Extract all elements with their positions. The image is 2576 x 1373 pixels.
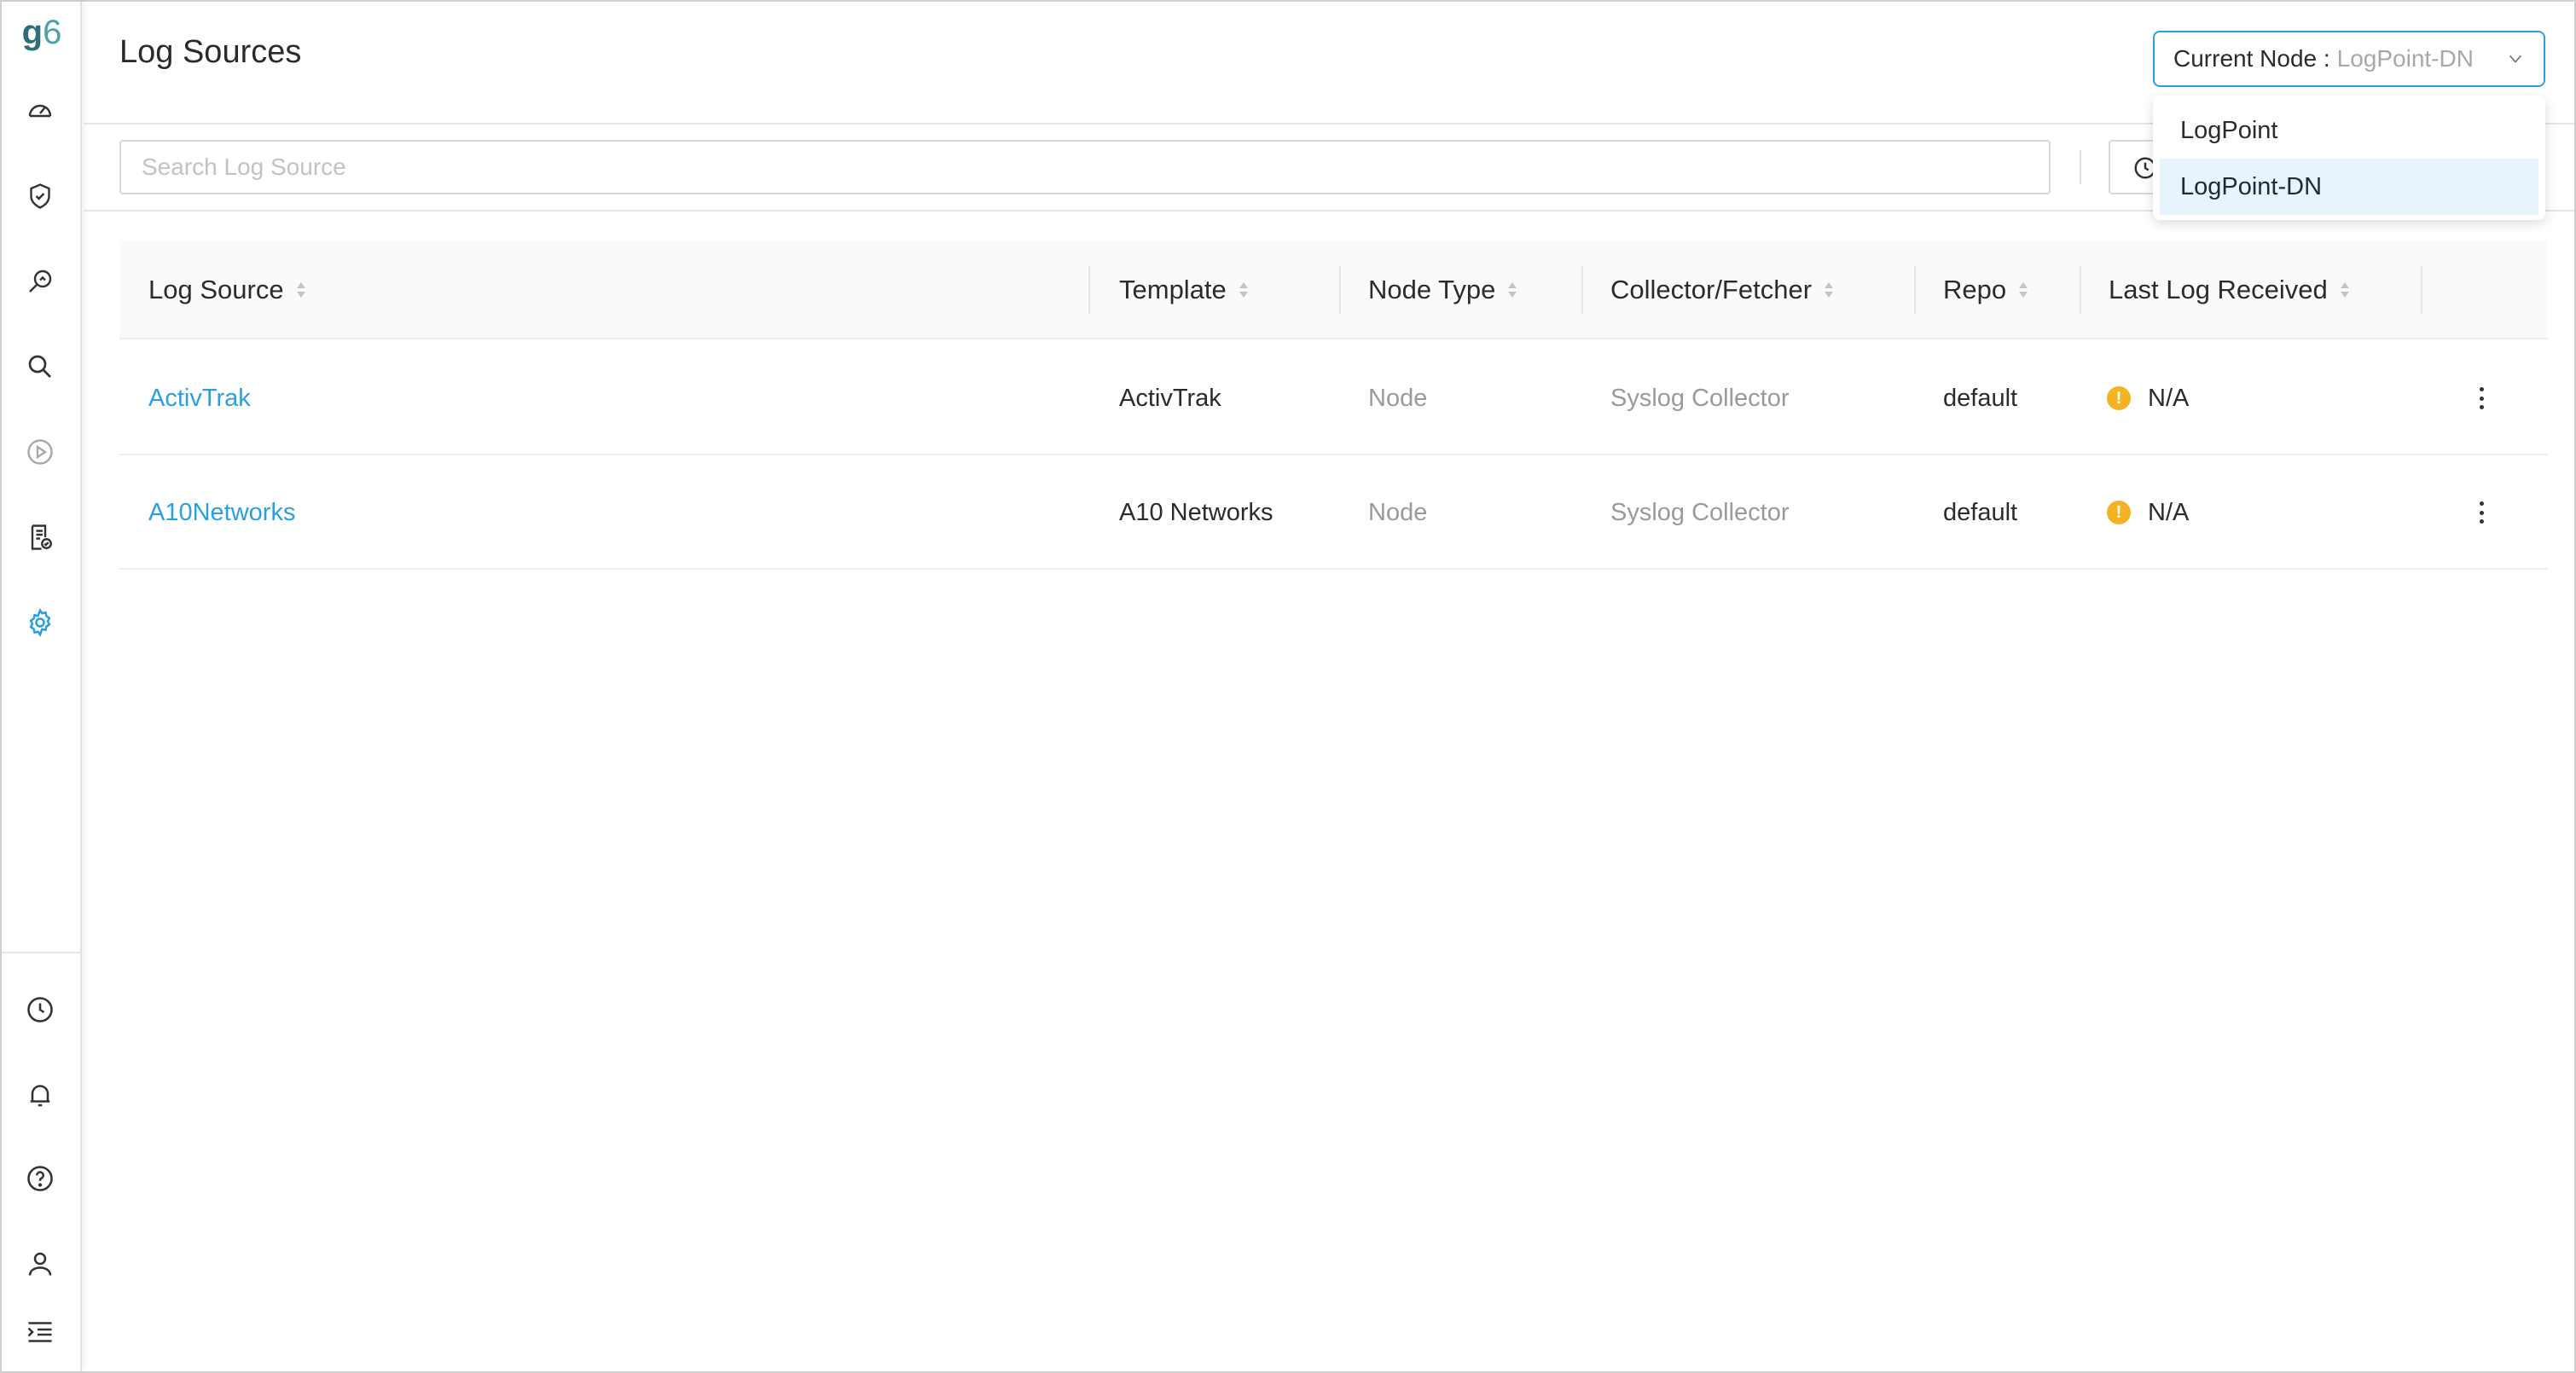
search-icon[interactable]	[21, 348, 59, 385]
column-header-repo[interactable]: Repo	[1943, 240, 2030, 339]
warning-icon: !	[2107, 386, 2131, 410]
column-header-collector-fetcher[interactable]: Collector/Fetcher	[1610, 240, 1836, 339]
app-logo[interactable]: g6	[2, 14, 82, 56]
clock-icon[interactable]	[21, 991, 59, 1028]
report-icon[interactable]	[21, 518, 59, 556]
bell-icon[interactable]	[21, 1076, 59, 1114]
collector-cell: Syslog Collector	[1610, 384, 1790, 412]
column-separator	[2080, 266, 2081, 314]
current-node-select[interactable]: Current Node : LogPoint-DN	[2153, 31, 2545, 87]
collapse-menu-icon[interactable]	[21, 1313, 59, 1351]
user-icon[interactable]	[21, 1245, 59, 1283]
shield-check-icon[interactable]	[21, 177, 59, 215]
warning-icon: !	[2107, 501, 2131, 524]
column-separator	[1581, 266, 1583, 314]
logo-digit: 6	[43, 14, 62, 51]
node-select-label: Current Node :	[2173, 45, 2330, 72]
last-log-cell: ! N/A	[2107, 341, 2189, 455]
dashboard-gauge-icon[interactable]	[21, 92, 59, 130]
collector-cell: Syslog Collector	[1610, 498, 1790, 526]
column-header-log-source[interactable]: Log Source	[148, 240, 308, 339]
row-more-menu-icon[interactable]	[2469, 385, 2494, 411]
search-log-source-input[interactable]	[119, 140, 2051, 194]
sidebar: g6	[2, 2, 82, 1371]
node-type-cell: Node	[1368, 384, 1428, 412]
chevron-down-icon	[2509, 55, 2522, 64]
sort-icon	[1825, 282, 1834, 298]
column-label: Last Log Received	[2109, 275, 2328, 304]
search-analytics-icon[interactable]	[21, 263, 59, 300]
node-option-logpoint-dn[interactable]: LogPoint-DN	[2160, 159, 2538, 215]
column-separator	[1339, 266, 1341, 314]
sort-icon	[2340, 282, 2349, 298]
column-separator	[1914, 266, 1916, 314]
column-header-last-log-received[interactable]: Last Log Received	[2109, 240, 2352, 339]
log-source-link[interactable]: A10Networks	[148, 455, 295, 570]
column-label: Log Source	[148, 275, 284, 304]
column-label: Repo	[1943, 275, 2007, 304]
repo-cell: default	[1943, 384, 2018, 412]
column-separator	[1088, 266, 1090, 314]
template-cell: ActivTrak	[1119, 384, 1221, 412]
node-select-value: LogPoint-DN	[2336, 45, 2474, 72]
row-more-menu-icon[interactable]	[2469, 500, 2494, 525]
column-label: Collector/Fetcher	[1610, 275, 1813, 304]
column-label: Node Type	[1368, 275, 1496, 304]
log-source-link[interactable]: ActivTrak	[148, 341, 251, 455]
template-cell: A10 Networks	[1119, 498, 1273, 526]
play-circle-icon[interactable]	[21, 433, 59, 471]
last-log-cell: ! N/A	[2107, 455, 2189, 570]
column-separator	[2421, 266, 2422, 314]
logo-letter: g	[21, 14, 44, 51]
sort-icon	[2019, 282, 2028, 298]
node-dropdown-menu: LogPoint LogPoint-DN	[2153, 96, 2545, 220]
table-row: ActivTrak ActivTrak Node Syslog Collecto…	[119, 341, 2547, 455]
repo-cell: default	[1943, 498, 2018, 526]
last-log-value: N/A	[2148, 384, 2190, 412]
help-icon[interactable]	[21, 1160, 59, 1197]
node-type-cell: Node	[1368, 498, 1428, 526]
sort-icon	[296, 282, 305, 298]
page-title: Log Sources	[119, 34, 302, 70]
table-header: Log Source Template Node Type Collector/…	[119, 240, 2547, 339]
table-row: A10Networks A10 Networks Node Syslog Col…	[119, 455, 2547, 570]
column-header-template[interactable]: Template	[1119, 240, 1250, 339]
gear-icon[interactable]	[21, 604, 59, 641]
column-header-node-type[interactable]: Node Type	[1368, 240, 1519, 339]
node-option-logpoint[interactable]: LogPoint	[2153, 102, 2545, 159]
sort-icon	[1508, 282, 1517, 298]
last-log-value: N/A	[2148, 498, 2190, 526]
toolbar-separator	[2080, 150, 2081, 184]
column-label: Template	[1119, 275, 1227, 304]
sidebar-divider	[2, 952, 82, 953]
sort-icon	[1239, 282, 1248, 298]
